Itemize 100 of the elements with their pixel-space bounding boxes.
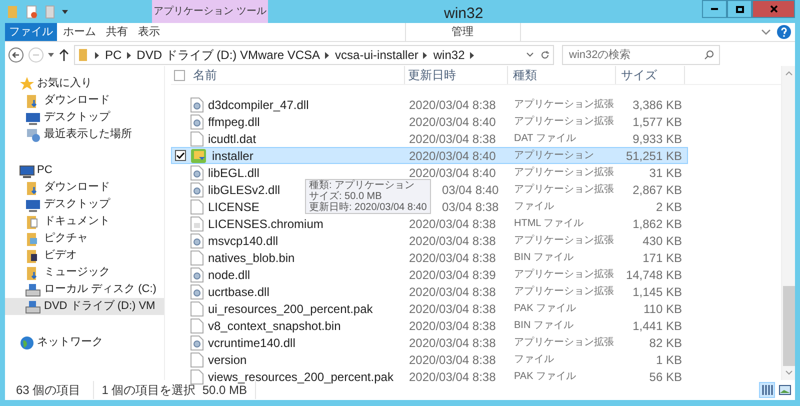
sidebar-item[interactable]: ネットワーク xyxy=(5,334,164,351)
settings-file-icon xyxy=(190,114,204,130)
file-size: 51,251 KB xyxy=(626,148,682,162)
settings-file-icon xyxy=(190,164,204,180)
scroll-up-icon[interactable] xyxy=(784,70,792,76)
large-icons-view-button[interactable] xyxy=(777,382,793,398)
scrollbar-thumb[interactable] xyxy=(782,286,794,366)
chevron-right-icon[interactable] xyxy=(126,52,132,58)
dropdown-icon[interactable] xyxy=(526,52,534,58)
sidebar-item[interactable]: デスクトップ xyxy=(5,109,164,126)
scroll-down-icon[interactable] xyxy=(784,370,792,376)
properties-icon[interactable] xyxy=(25,4,39,18)
file-size: 171 KB xyxy=(642,250,682,264)
breadcrumb[interactable]: PC xyxy=(105,46,122,64)
file-name: msvcp140.dll xyxy=(208,232,278,250)
file-size: 14,748 KB xyxy=(626,268,682,282)
search-field[interactable]: win32の検索 xyxy=(562,45,720,65)
file-type: アプリケーション拡張 xyxy=(514,269,614,280)
scrollbar[interactable] xyxy=(781,66,795,380)
settings-file-icon xyxy=(190,232,204,248)
star-icon xyxy=(19,76,35,92)
file-row[interactable]: installer 2020/03/04 8:40 アプリケーション 51,251 KB xyxy=(171,147,688,164)
settings-file-icon xyxy=(190,182,204,198)
recent-places-icon xyxy=(25,126,41,142)
sidebar-item[interactable]: ダウンロード xyxy=(5,179,164,196)
tooltip-line: 種類: アプリケーション xyxy=(309,180,416,191)
modified-date: 2020/03/04 8:38 xyxy=(409,216,496,230)
file-name: v8_context_snapshot.bin xyxy=(208,318,341,334)
file-name: version xyxy=(208,352,247,368)
details-view-button[interactable] xyxy=(759,382,775,398)
installer-icon xyxy=(190,148,208,164)
sidebar-item[interactable]: ダウンロード xyxy=(5,92,164,109)
sidebar-item[interactable]: デスクトップ xyxy=(5,196,164,213)
column-header[interactable]: 更新日時 xyxy=(405,66,508,84)
select-all-checkbox[interactable] xyxy=(174,70,184,80)
sidebar-item[interactable]: ビデオ xyxy=(5,247,164,264)
minimize-button[interactable] xyxy=(702,0,727,18)
expand-ribbon-icon[interactable] xyxy=(761,28,771,36)
chevron-right-icon[interactable] xyxy=(423,52,428,58)
back-icon[interactable] xyxy=(8,47,24,63)
context-tab-header: アプリケーション ツール xyxy=(152,0,268,23)
sidebar-item[interactable]: ドキュメント xyxy=(5,213,164,230)
details-view-icon xyxy=(761,384,773,396)
file-type: PAK ファイル xyxy=(514,371,576,382)
ribbon-tab[interactable]: 表示 xyxy=(134,23,164,41)
address-bar[interactable]: PC DVD ドライブ (D:) VMware VCSA vcsa-ui-installer win32 xyxy=(74,45,554,65)
ribbon-tab[interactable]: ファイル xyxy=(5,23,57,41)
column-header[interactable]: 名前 xyxy=(187,66,405,84)
file-size: 2,867 KB xyxy=(632,182,682,196)
up-arrow-icon[interactable] xyxy=(58,48,70,62)
file-size: 3,386 KB xyxy=(632,98,682,112)
modified-date: 2020/03/04 8:40 xyxy=(409,148,496,162)
chevron-right-icon[interactable] xyxy=(95,52,100,58)
close-button[interactable] xyxy=(752,0,795,18)
sidebar-item[interactable]: お気に入り xyxy=(5,75,164,92)
ribbon-tab[interactable]: 共有 xyxy=(102,23,132,41)
file-size: 110 KB xyxy=(644,302,682,316)
help-icon[interactable] xyxy=(777,25,791,39)
ribbon-tab[interactable]: ホーム xyxy=(59,23,100,41)
modified-date: 2020/03/04 8:38 xyxy=(409,132,496,146)
chevron-right-icon[interactable] xyxy=(325,52,330,58)
file-type: アプリケーション拡張 xyxy=(514,184,614,195)
file-icon xyxy=(190,300,204,316)
column-header[interactable]: 種類 xyxy=(508,66,616,84)
sidebar-item[interactable]: PC xyxy=(5,162,164,179)
settings-file-icon xyxy=(190,334,204,350)
file-name: ucrtbase.dll xyxy=(208,284,270,300)
history-dropdown-icon[interactable] xyxy=(48,52,54,58)
drive-icon xyxy=(25,282,41,298)
search-icon xyxy=(704,50,714,60)
file-icon xyxy=(190,130,204,146)
breadcrumb[interactable]: win32 xyxy=(433,46,465,64)
modified-date: 2020/03/04 8:38 xyxy=(409,234,496,248)
modified-date: 03/04 8:40 xyxy=(442,182,499,196)
column-header[interactable]: サイズ xyxy=(616,66,685,84)
breadcrumb[interactable]: DVD ドライブ (D:) VMware VCSA xyxy=(136,46,320,64)
maximize-button[interactable] xyxy=(727,0,752,18)
file-type: アプリケーション xyxy=(514,150,594,161)
modified-date: 2020/03/04 8:38 xyxy=(409,98,496,112)
sidebar-item[interactable]: DVD ドライブ (D:) VM xyxy=(5,298,164,315)
checkbox-checked-icon[interactable] xyxy=(174,150,186,161)
sidebar-item[interactable]: 最近表示した場所 xyxy=(5,126,164,143)
breadcrumb[interactable]: vcsa-ui-installer xyxy=(335,46,418,64)
modified-date: 2020/03/04 8:40 xyxy=(409,114,496,128)
chevron-right-icon[interactable] xyxy=(470,52,475,58)
dropdown-icon[interactable] xyxy=(61,8,69,14)
file-name: LICENSES.chromium xyxy=(208,216,324,232)
status-selection: 1 個の項目を選択 50.0 MB xyxy=(94,381,256,399)
modified-date: 2020/03/04 8:38 xyxy=(409,284,496,298)
modified-date: 2020/03/04 8:40 xyxy=(409,166,496,180)
sidebar-item[interactable]: ピクチャ xyxy=(5,230,164,247)
sidebar-item[interactable]: ミュージック xyxy=(5,264,164,281)
sidebar-item[interactable]: ローカル ディスク (C:) xyxy=(5,281,164,298)
ribbon-tab[interactable]: 管理 xyxy=(404,23,520,41)
refresh-icon[interactable] xyxy=(540,50,550,60)
file-name: natives_blob.bin xyxy=(208,250,295,266)
modified-date: 2020/03/04 8:38 xyxy=(409,302,496,316)
file-name: libGLESv2.dll xyxy=(208,182,280,198)
file-size: 1,441 KB xyxy=(632,318,682,332)
file-name: ui_resources_200_percent.pak xyxy=(208,300,373,318)
